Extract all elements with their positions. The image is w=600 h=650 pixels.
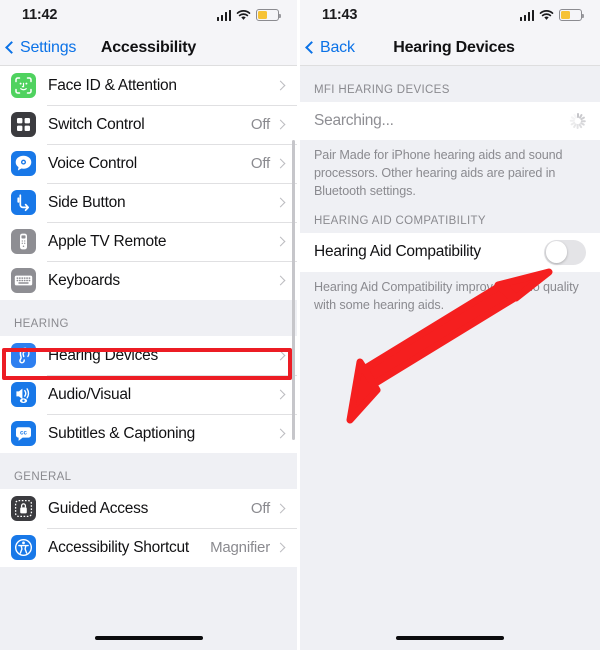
left-status-bar: 11:42	[0, 0, 297, 30]
home-indicator	[396, 635, 504, 640]
chevron-right-icon	[275, 158, 286, 169]
list-item-label: Guided Access	[48, 499, 149, 517]
hearing-aid-compatibility-label: Hearing Aid Compatibility	[314, 243, 481, 261]
list-item-value: Magnifier	[210, 539, 270, 556]
accessibility-person-icon	[11, 535, 36, 560]
list-item-label: Face ID & Attention	[48, 76, 177, 94]
battery-low-power-icon	[559, 9, 584, 21]
list-item-label: Side Button	[48, 193, 126, 211]
guided-access-lock-icon	[11, 496, 36, 521]
back-button[interactable]: Back	[305, 38, 355, 57]
list-item-voice-control[interactable]: Voice Control Off	[0, 144, 297, 183]
list-item-value: Off	[250, 500, 270, 517]
list-item-value: Off	[250, 155, 270, 172]
cellular-signal-icon	[519, 9, 534, 21]
section-header-general: GENERAL	[0, 453, 297, 489]
back-button-label: Back	[320, 38, 355, 56]
list-item-label: Hearing Devices	[48, 346, 158, 364]
chevron-right-icon	[275, 503, 286, 514]
searching-label: Searching...	[314, 112, 394, 129]
general-list: Guided Access Off Accessibility Shortcut	[0, 489, 297, 567]
list-item-keyboards[interactable]: Keyboards	[0, 261, 297, 300]
svg-text:cc: cc	[20, 430, 27, 437]
cellular-signal-icon	[216, 9, 231, 21]
list-item-label: Accessibility Shortcut	[48, 538, 189, 556]
mfi-footnote: Pair Made for iPhone hearing aids and so…	[300, 140, 600, 211]
chevron-right-icon	[275, 275, 286, 286]
back-to-settings-button[interactable]: Settings	[5, 38, 77, 57]
wifi-icon	[539, 9, 554, 21]
hearing-aid-compatibility-toggle[interactable]	[544, 239, 586, 265]
chevron-right-icon	[275, 350, 286, 361]
chevron-right-icon	[275, 389, 286, 400]
back-button-label: Settings	[20, 38, 77, 56]
keyboard-icon	[11, 268, 36, 293]
list-item-hearing-devices[interactable]: Hearing Devices	[0, 336, 297, 375]
list-item-subtitles-captioning[interactable]: cc Subtitles & Captioning	[0, 414, 297, 453]
searching-row[interactable]: Searching...	[300, 102, 600, 140]
accessibility-interaction-list: Face ID & Attention Switch Control Off V…	[0, 66, 297, 300]
voice-control-icon	[11, 151, 36, 176]
list-item-label: Apple TV Remote	[48, 232, 167, 250]
toggle-knob	[545, 241, 568, 264]
chevron-left-icon	[5, 41, 18, 54]
right-phone-panel: 11:43 Back Hearing Devices MFI HEARING D…	[300, 0, 600, 650]
face-id-icon	[11, 73, 36, 98]
section-header-hearing: HEARING	[0, 300, 297, 336]
hearing-aid-compatibility-row[interactable]: Hearing Aid Compatibility	[300, 232, 600, 272]
home-indicator	[94, 635, 203, 640]
wifi-icon	[236, 9, 251, 21]
hearing-list: Hearing Devices Audio/Visual cc Subtitle…	[0, 336, 297, 453]
list-item-label: Keyboards	[48, 271, 120, 289]
left-nav-bar: Settings Accessibility	[0, 30, 297, 66]
list-item-side-button[interactable]: Side Button	[0, 183, 297, 222]
left-scroll-area[interactable]: Face ID & Attention Switch Control Off V…	[0, 66, 297, 650]
dual-phone-screenshot: 11:42 Settings Accessibility Face ID & A…	[0, 0, 600, 650]
list-item-switch-control[interactable]: Switch Control Off	[0, 105, 297, 144]
apple-tv-remote-icon	[11, 229, 36, 254]
hearing-devices-ear-icon	[11, 343, 36, 368]
list-item-apple-tv-remote[interactable]: Apple TV Remote	[0, 222, 297, 261]
chevron-right-icon	[275, 236, 286, 247]
activity-spinner-icon	[569, 113, 586, 129]
compatibility-footnote: Hearing Aid Compatibility improves audio…	[300, 271, 600, 325]
list-item-audio-visual[interactable]: Audio/Visual	[0, 375, 297, 414]
list-item-label: Audio/Visual	[48, 385, 131, 403]
left-phone-panel: 11:42 Settings Accessibility Face ID & A…	[0, 0, 300, 650]
chevron-right-icon	[275, 542, 286, 553]
chevron-right-icon	[275, 197, 286, 208]
right-nav-bar: Back Hearing Devices	[300, 30, 600, 66]
status-time: 11:42	[22, 7, 58, 23]
status-icon-group	[519, 9, 584, 21]
side-button-icon	[11, 190, 36, 215]
battery-low-power-icon	[256, 9, 281, 21]
switch-control-icon	[11, 112, 36, 137]
subtitles-captioning-icon: cc	[11, 421, 36, 446]
chevron-left-icon	[305, 41, 318, 54]
section-header-hearing-aid-compatibility: HEARING AID COMPATIBILITY	[300, 210, 600, 233]
list-item-label: Subtitles & Captioning	[48, 424, 196, 442]
right-scroll-area[interactable]: MFI HEARING DEVICES Searching... Pair Ma…	[300, 66, 600, 650]
chevron-right-icon	[275, 428, 286, 439]
audio-visual-icon	[11, 382, 36, 407]
status-time: 11:43	[322, 7, 358, 23]
section-header-mfi-hearing-devices: MFI HEARING DEVICES	[300, 66, 600, 102]
list-item-guided-access[interactable]: Guided Access Off	[0, 489, 297, 528]
right-status-bar: 11:43	[300, 0, 600, 30]
status-icon-group	[216, 9, 281, 21]
list-item-face-id[interactable]: Face ID & Attention	[0, 66, 297, 105]
vertical-scrollbar[interactable]	[292, 140, 295, 440]
chevron-right-icon	[275, 80, 286, 91]
list-item-label: Voice Control	[48, 154, 137, 172]
list-item-value: Off	[250, 116, 270, 133]
list-item-label: Switch Control	[48, 115, 145, 133]
list-item-accessibility-shortcut[interactable]: Accessibility Shortcut Magnifier	[0, 528, 297, 567]
chevron-right-icon	[275, 119, 286, 130]
